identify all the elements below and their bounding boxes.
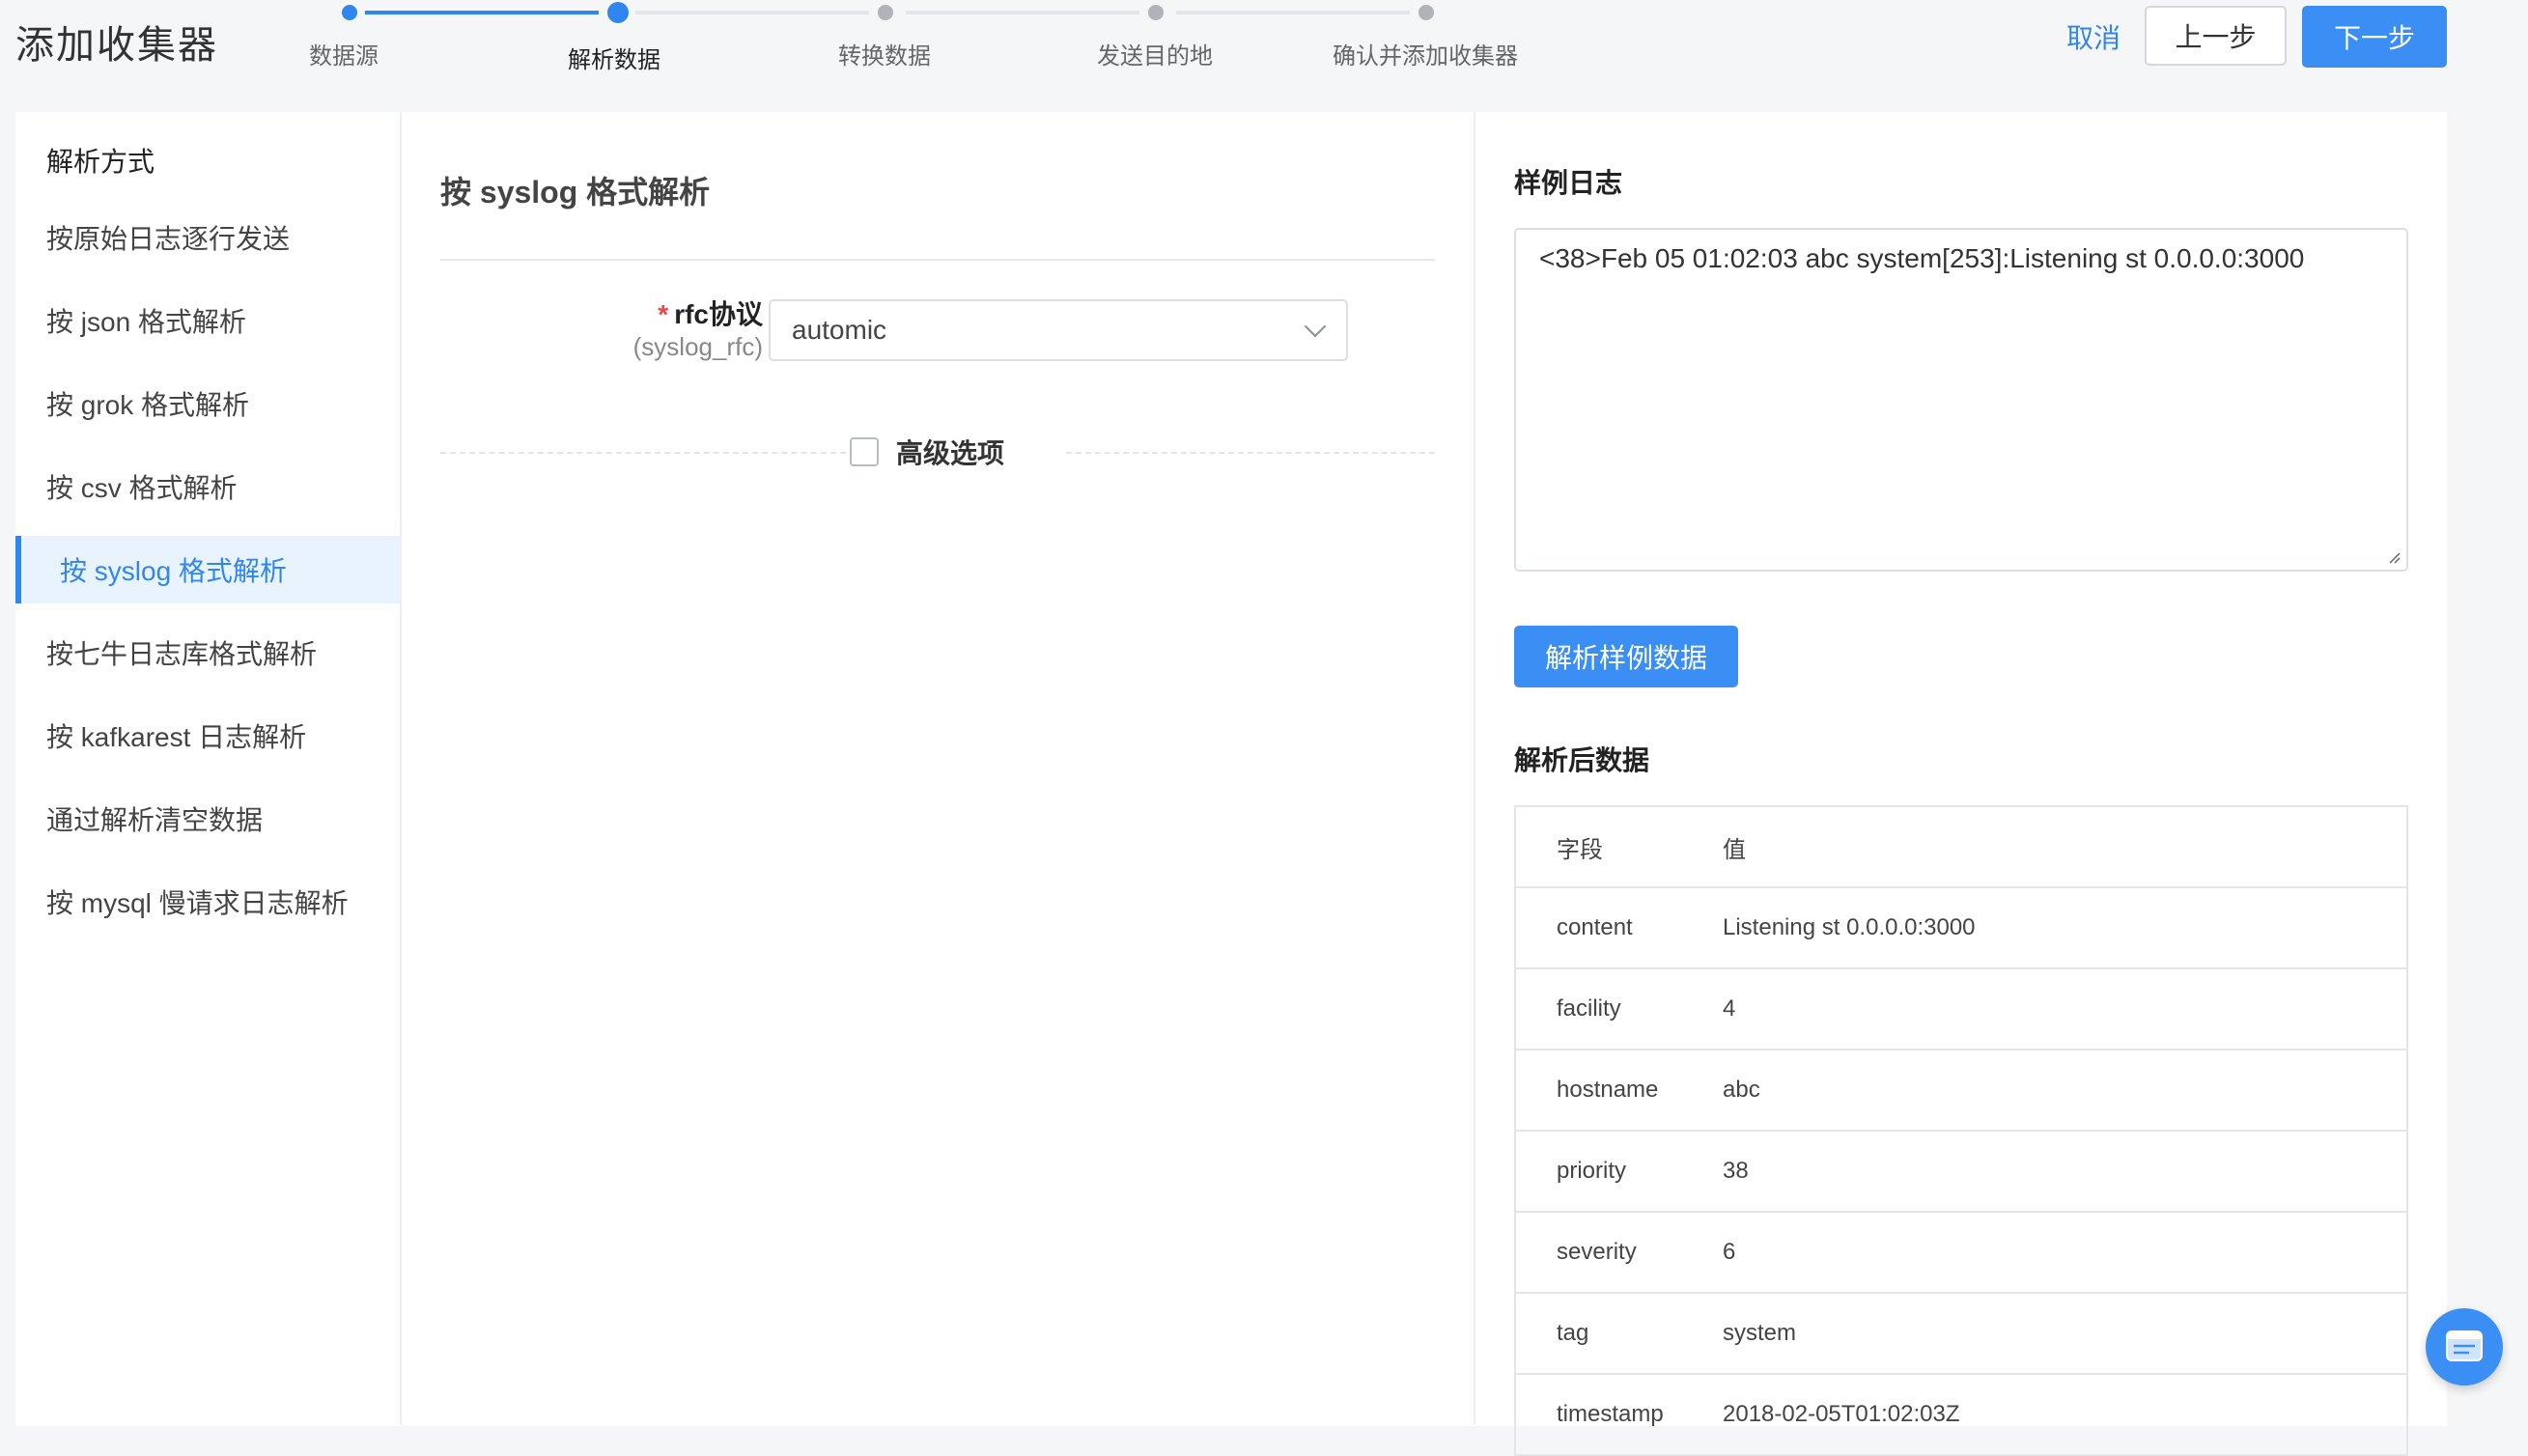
advanced-divider-left [440, 452, 846, 454]
chat-fab-button[interactable] [2426, 1308, 2503, 1386]
table-row: severity 6 [1516, 1213, 2406, 1294]
sample-log-title: 样例日志 [1514, 168, 1623, 198]
table-header-row: 字段 值 [1516, 807, 2406, 888]
rfc-field-label: * rfc协议 [658, 294, 763, 332]
step-dot-5 [1418, 5, 1434, 20]
field-cell: timestamp [1557, 1401, 1664, 1427]
advanced-options-checkbox[interactable] [850, 437, 879, 466]
step-label-4: 发送目的地 [1097, 43, 1213, 70]
advanced-divider-right [1066, 452, 1435, 454]
table-row: priority 38 [1516, 1132, 2406, 1213]
step-dot-3 [878, 5, 893, 20]
sidebar-item-grok[interactable]: 按 grok 格式解析 [15, 370, 400, 437]
required-mark: * [658, 299, 669, 329]
step-dot-2 [607, 2, 629, 23]
section-title: 按 syslog 格式解析 [440, 175, 711, 210]
advanced-options-label: 高级选项 [896, 438, 1005, 468]
step-progress: 数据源 解析数据 转换数据 发送目的地 确认并添加收集器 [290, 0, 1545, 97]
step-label-5: 确认并添加收集器 [1333, 43, 1518, 70]
step-label-2: 解析数据 [568, 47, 660, 73]
table-row: hostname abc [1516, 1050, 2406, 1132]
sidebar-item-csv[interactable]: 按 csv 格式解析 [15, 453, 400, 520]
value-cell: 38 [1723, 1158, 1749, 1184]
field-cell: hostname [1557, 1077, 1659, 1103]
table-row: content Listening st 0.0.0.0:3000 [1516, 888, 2406, 969]
parsed-data-table: 字段 值 content Listening st 0.0.0.0:3000 f… [1514, 805, 2408, 1456]
step-connector-4 [1176, 11, 1410, 14]
column-header-field: 字段 [1557, 836, 1603, 863]
field-cell: severity [1557, 1239, 1637, 1265]
rfc-protocol-select[interactable]: automic [769, 299, 1348, 361]
chevron-down-icon [1304, 315, 1327, 338]
sidebar-item-mysql[interactable]: 按 mysql 慢请求日志解析 [15, 868, 400, 936]
rfc-field-key: (syslog_rfc) [632, 332, 763, 361]
value-cell: 6 [1723, 1239, 1736, 1265]
value-cell: 4 [1723, 995, 1736, 1022]
table-row: timestamp 2018-02-05T01:02:03Z [1516, 1375, 2406, 1454]
next-step-button[interactable]: 下一步 [2302, 6, 2447, 68]
field-cell: facility [1557, 995, 1621, 1022]
field-cell: content [1557, 914, 1633, 940]
sidebar-item-json[interactable]: 按 json 格式解析 [15, 287, 400, 354]
page-title: 添加收集器 [15, 24, 218, 67]
step-dot-4 [1148, 5, 1164, 20]
field-cell: tag [1557, 1320, 1589, 1346]
step-connector-2 [635, 11, 869, 14]
sidebar-item-clear[interactable]: 通过解析清空数据 [15, 785, 400, 853]
table-row: tag system [1516, 1294, 2406, 1375]
parse-config-panel: 按 syslog 格式解析 * rfc协议 (syslog_rfc) automi… [402, 112, 1475, 1425]
sidebar-item-qiniu[interactable]: 按七牛日志库格式解析 [15, 619, 400, 686]
previous-step-button[interactable]: 上一步 [2145, 6, 2287, 66]
step-connector-3 [906, 11, 1139, 14]
section-divider [440, 259, 1435, 261]
column-header-value: 值 [1723, 836, 1746, 863]
parse-method-sidebar: 解析方式 按原始日志逐行发送 按 json 格式解析 按 grok 格式解析 按… [15, 112, 402, 1425]
step-label-1: 数据源 [309, 43, 379, 70]
sidebar-item-kafkarest[interactable]: 按 kafkarest 日志解析 [15, 702, 400, 770]
value-cell: system [1723, 1320, 1797, 1346]
rfc-selected-value: automic [792, 315, 887, 345]
value-cell: abc [1723, 1077, 1760, 1103]
resize-handle-icon[interactable] [2387, 550, 2401, 564]
step-dot-1 [342, 5, 357, 20]
parsed-data-title: 解析后数据 [1514, 745, 1650, 775]
step-connector-1 [365, 11, 599, 14]
parse-sample-button[interactable]: 解析样例数据 [1514, 626, 1738, 687]
message-icon [2446, 1330, 2483, 1361]
sidebar-item-syslog[interactable]: 按 syslog 格式解析 [15, 536, 400, 603]
sample-log-textarea[interactable]: <38>Feb 05 01:02:03 abc system[253]:List… [1514, 228, 2408, 572]
table-row: facility 4 [1516, 969, 2406, 1050]
sidebar-item-raw[interactable]: 按原始日志逐行发送 [15, 204, 400, 271]
step-label-3: 转换数据 [838, 43, 931, 70]
sample-log-text: <38>Feb 05 01:02:03 abc system[253]:List… [1539, 243, 2305, 273]
value-cell: 2018-02-05T01:02:03Z [1723, 1401, 1960, 1427]
value-cell: Listening st 0.0.0.0:3000 [1723, 914, 1976, 940]
sidebar-heading: 解析方式 [46, 147, 155, 177]
sample-panel: 样例日志 <38>Feb 05 01:02:03 abc system[253]… [1475, 112, 2447, 1456]
cancel-button[interactable]: 取消 [2066, 17, 2121, 56]
rfc-label-text: rfc协议 [674, 299, 763, 329]
field-cell: priority [1557, 1158, 1627, 1184]
advanced-options-toggle[interactable]: 高级选项 [850, 433, 1004, 471]
